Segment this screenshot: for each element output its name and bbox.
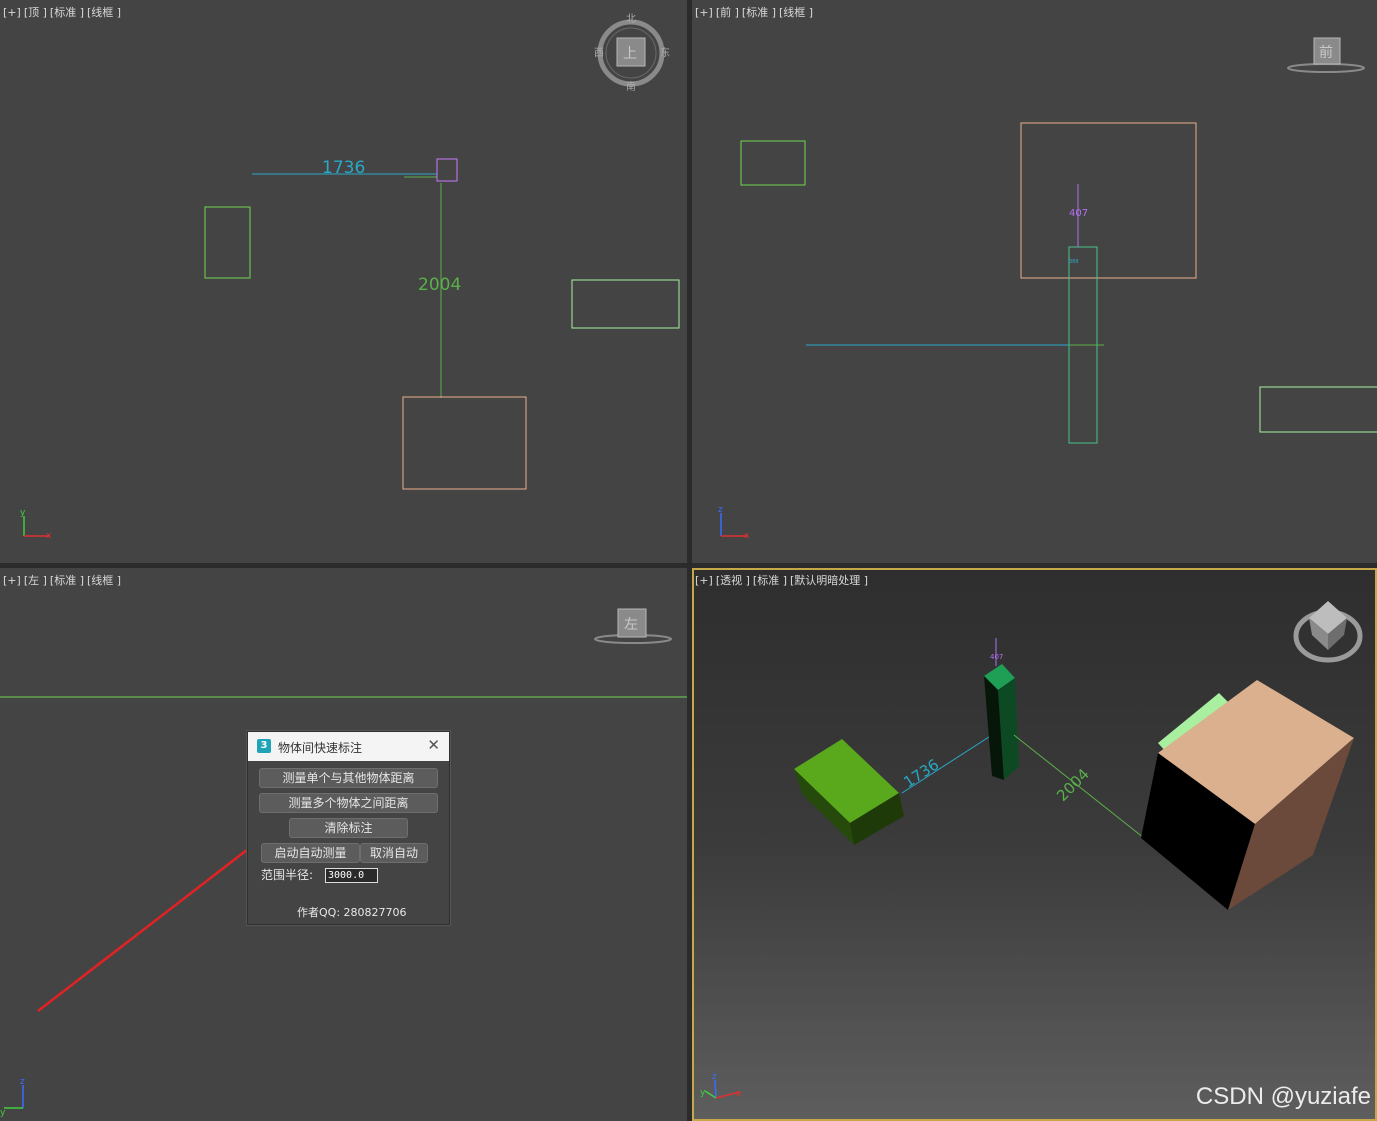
box-object-orange [1020,122,1197,279]
box-object-green [204,206,251,279]
top-scene: 1736 2004 上 北 南 东 西 y x [20,13,680,541]
measure-single-button[interactable]: 测量单个与其他物体距离 [259,768,438,788]
axis-tripod-top: y x [20,508,52,541]
axis-tripod-front: z x [718,505,750,541]
radius-label: 范围半径: [261,868,314,882]
axis-z-label: z [718,505,723,515]
box-object-green [740,140,806,186]
box-object-lightgreen [1259,386,1377,433]
viewcube-face-left: 左 [624,617,638,633]
axis-y-label: y [700,1088,706,1098]
axis-y-label: y [20,508,26,518]
quick-dimension-dialog: 3 物体间快速标注 ✕ 测量单个与其他物体距离 测量多个物体之间距离 清除标注 … [247,731,450,925]
axis-z-label: z [712,1072,717,1082]
viewcube-face-front: 前 [1319,44,1333,61]
box-object-orange-3d [1141,680,1354,910]
viewcube-front[interactable]: 前 [1287,37,1365,73]
viewcube-top[interactable]: 上 北 南 东 西 [594,13,670,93]
measure-multi-button[interactable]: 测量多个物体之间距离 [259,793,438,813]
dim-label-small: 388 [1069,259,1079,265]
axis-z-label: z [20,1077,25,1087]
author-text: 作者QQ: 280827706 [297,906,407,919]
pillar-object-3d [984,664,1019,780]
radius-input[interactable] [325,868,378,883]
viewcube-east: 东 [660,46,670,59]
clear-dimensions-button[interactable]: 清除标注 [289,818,408,838]
axis-tripod-left: z y [0,1077,25,1118]
persp-dim-407: 407 [990,653,1003,661]
cancel-auto-button[interactable]: 取消自动 [360,843,428,863]
dialog-titlebar[interactable]: 3 物体间快速标注 ✕ [248,732,449,761]
viewcube-west: 西 [594,48,604,59]
viewcube-left[interactable]: 左 [594,608,672,644]
dialog-title: 物体间快速标注 [278,741,363,755]
viewcube-south: 南 [626,80,636,93]
app-icon: 3 [257,739,271,753]
viewcube-face-top: 上 [623,46,637,62]
axis-x-label: x [736,1089,742,1099]
pillar-object [436,158,458,182]
axis-y-label: y [0,1108,6,1118]
viewcube-perspective[interactable] [1293,601,1363,663]
viewport-front[interactable]: [+] [前 ] [标准 ] [线框 ] 407 388 前 z x [692,0,1377,563]
axis-x-label: x [46,531,52,541]
front-scene: 407 388 前 z x [718,37,1377,541]
start-auto-measure-button[interactable]: 启动自动测量 [261,843,360,863]
watermark: CSDN @yuziafe [1195,1083,1371,1110]
axis-tripod-perspective: z y x [700,1072,742,1099]
box-object-green-3d [794,739,904,845]
viewport-perspective[interactable]: [+][透视 ][标准 ][默认明暗处理 ] 1736 407 2004 [692,568,1377,1121]
viewcube-north: 北 [626,13,636,25]
viewport-top[interactable]: [+] [顶 ] [标准 ] [线框 ] 1736 2004 上 北 南 东 西 y … [0,0,687,563]
box-object-lightgreen [571,279,680,329]
dim-label-2004: 2004 [418,275,461,295]
dim-label-1736: 1736 [322,158,365,178]
dim-label-407: 407 [1069,208,1088,219]
close-icon[interactable]: ✕ [427,737,440,753]
box-object-orange [402,396,527,490]
axis-x-label: x [744,531,750,541]
persp-dim-1736: 1736 [900,755,942,791]
perspective-scene: 1736 407 2004 z y x [700,601,1363,1099]
